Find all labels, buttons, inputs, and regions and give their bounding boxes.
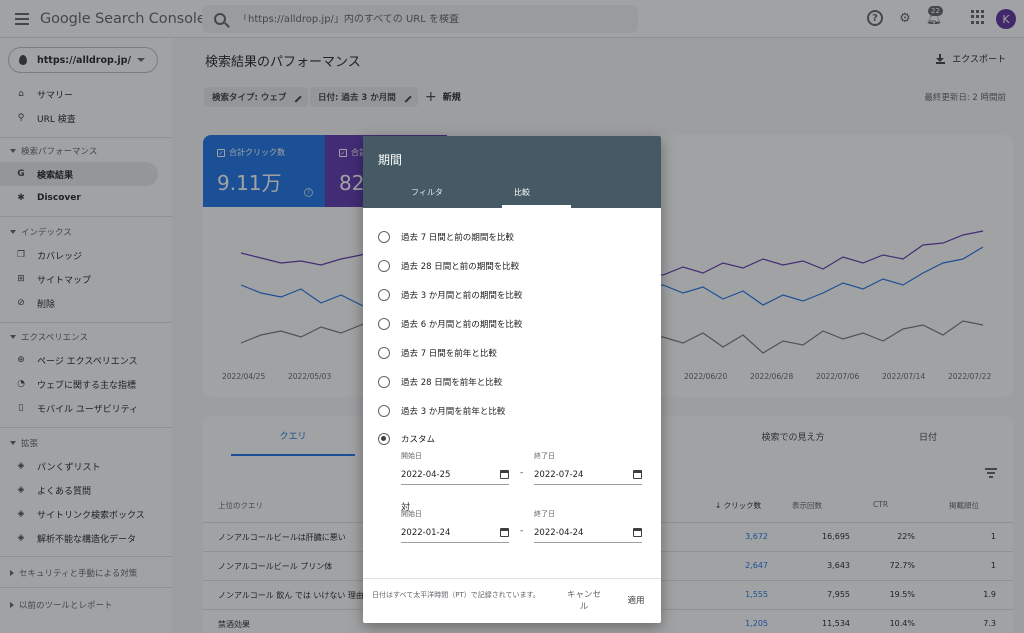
calendar-icon[interactable] bbox=[633, 470, 642, 479]
tab-filter[interactable]: フィルタ bbox=[411, 187, 443, 198]
date-value[interactable]: 2022-04-25 bbox=[401, 470, 450, 480]
radio-button[interactable] bbox=[378, 260, 390, 272]
option-label: 過去 7 日間と前の期間を比較 bbox=[401, 233, 514, 243]
range-separator: - bbox=[520, 526, 524, 536]
radio-button[interactable] bbox=[378, 347, 390, 359]
apply-button[interactable]: 適用 bbox=[621, 595, 651, 607]
radio-button[interactable] bbox=[378, 231, 390, 243]
cancel-button[interactable]: キャンセル bbox=[563, 589, 605, 613]
calendar-icon[interactable] bbox=[500, 470, 509, 479]
radio-button[interactable] bbox=[378, 405, 390, 417]
option-label: 過去 7 日間を前年と比較 bbox=[401, 349, 497, 359]
option-3m-prev[interactable]: 過去 3 か月間と前の期間を比較 bbox=[378, 287, 522, 303]
radio-button-selected[interactable] bbox=[378, 433, 390, 445]
active-tab-indicator bbox=[502, 205, 571, 208]
option-7d-yoy[interactable]: 過去 7 日間を前年と比較 bbox=[378, 345, 497, 361]
option-label: 過去 3 か月間を前年と比較 bbox=[401, 407, 506, 417]
range1-start-field[interactable]: 開始日 2022-04-25 bbox=[401, 451, 509, 485]
option-custom[interactable]: カスタム bbox=[378, 431, 435, 447]
range-separator: - bbox=[520, 468, 524, 478]
calendar-icon[interactable] bbox=[500, 528, 509, 537]
option-label: カスタム bbox=[401, 435, 436, 445]
radio-button[interactable] bbox=[378, 376, 390, 388]
date-value[interactable]: 2022-01-24 bbox=[401, 528, 450, 538]
option-label: 過去 3 か月間と前の期間を比較 bbox=[401, 291, 523, 301]
field-label: 開始日 bbox=[401, 452, 422, 460]
date-range-dialog: 期間 フィルタ 比較 過去 7 日間と前の期間を比較 過去 28 日間と前の期間… bbox=[363, 136, 661, 623]
dialog-header: 期間 フィルタ 比較 bbox=[363, 136, 661, 208]
radio-button[interactable] bbox=[378, 318, 390, 330]
option-6m-prev[interactable]: 過去 6 か月間と前の期間を比較 bbox=[378, 316, 522, 332]
option-7d-prev[interactable]: 過去 7 日間と前の期間を比較 bbox=[378, 229, 514, 245]
option-28d-prev[interactable]: 過去 28 日間と前の期間を比較 bbox=[378, 258, 519, 274]
radio-button[interactable] bbox=[378, 289, 390, 301]
dialog-footer: 日付はすべて太平洋時間（PT）で記録されています。 キャンセル 適用 bbox=[363, 578, 661, 623]
range2-start-field[interactable]: 開始日 2022-01-24 bbox=[401, 509, 509, 543]
field-label: 終了日 bbox=[534, 452, 555, 460]
field-label: 終了日 bbox=[534, 510, 555, 518]
range2-end-field[interactable]: 終了日 2022-04-24 bbox=[534, 509, 642, 543]
date-value[interactable]: 2022-07-24 bbox=[534, 470, 583, 480]
range1-end-field[interactable]: 終了日 2022-07-24 bbox=[534, 451, 642, 485]
date-value[interactable]: 2022-04-24 bbox=[534, 528, 583, 538]
option-label: 過去 28 日間を前年と比較 bbox=[401, 378, 503, 388]
timezone-note: 日付はすべて太平洋時間（PT）で記録されています。 bbox=[372, 591, 540, 599]
option-3m-yoy[interactable]: 過去 3 か月間を前年と比較 bbox=[378, 403, 505, 419]
option-28d-yoy[interactable]: 過去 28 日間を前年と比較 bbox=[378, 374, 502, 390]
field-label: 開始日 bbox=[401, 510, 422, 518]
tab-compare[interactable]: 比較 bbox=[514, 187, 530, 198]
calendar-icon[interactable] bbox=[633, 528, 642, 537]
option-label: 過去 28 日間と前の期間を比較 bbox=[401, 262, 520, 272]
option-label: 過去 6 か月間と前の期間を比較 bbox=[401, 320, 523, 330]
dialog-title: 期間 bbox=[378, 153, 403, 167]
